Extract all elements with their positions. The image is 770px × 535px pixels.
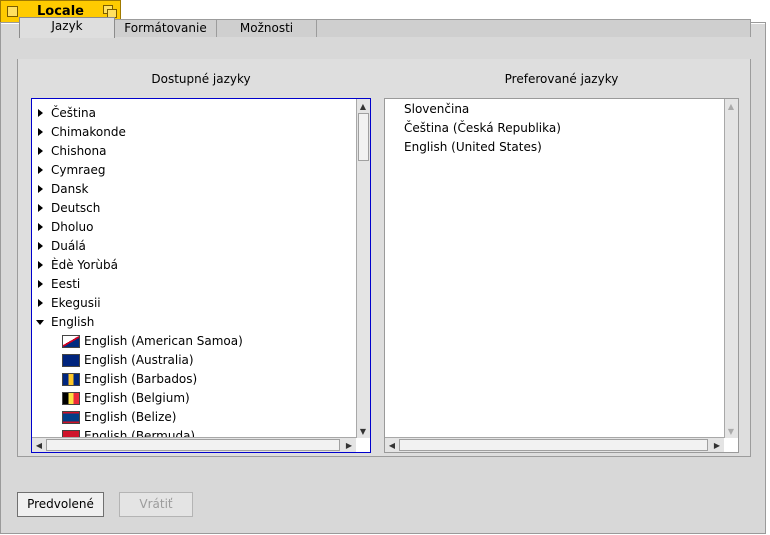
language-label: English <box>51 315 95 329</box>
american-samoa-flag-icon <box>62 335 80 348</box>
scroll-thumb-horizontal[interactable] <box>399 439 708 451</box>
language-label: English (Belgium) <box>84 391 190 405</box>
preferred-language-item[interactable]: Čeština (Česká Republika) <box>404 119 561 138</box>
scroll-right-icon[interactable]: ▶ <box>343 439 355 451</box>
scroll-up-icon[interactable]: ▲ <box>725 100 737 112</box>
language-label: Deutsch <box>51 201 101 215</box>
collapsed-arrow-icon[interactable] <box>38 204 43 212</box>
language-label: Dholuo <box>51 220 94 234</box>
language-label: English (Barbados) <box>84 372 198 386</box>
language-label: Chishona <box>51 144 107 158</box>
collapsed-arrow-icon[interactable] <box>38 242 43 250</box>
tab-formatting[interactable]: Formátovanie <box>114 19 217 37</box>
scroll-down-icon[interactable]: ▼ <box>725 425 737 437</box>
preferred-language-item[interactable]: English (United States) <box>404 138 542 157</box>
belize-flag-icon <box>62 411 80 424</box>
tab-options[interactable]: Možnosti <box>216 19 317 37</box>
language-label: English (Australia) <box>84 353 194 367</box>
collapsed-arrow-icon[interactable] <box>38 280 43 288</box>
language-label: Duálá <box>51 239 86 253</box>
scroll-thumb-horizontal[interactable] <box>46 439 340 451</box>
collapsed-arrow-icon[interactable] <box>38 185 43 193</box>
horizontal-scrollbar[interactable]: ◀ ▶ <box>385 437 724 452</box>
collapsed-arrow-icon[interactable] <box>38 128 43 136</box>
scroll-right-icon[interactable]: ▶ <box>711 439 723 451</box>
preferred-languages-heading: Preferované jazyky <box>504 72 619 86</box>
available-languages-list[interactable]: Čeština Chimakonde Chishona Cymraeg Dansk Deu… <box>31 98 371 453</box>
language-label: Čeština <box>51 106 97 120</box>
language-label: Èdè Yorùbá <box>51 258 118 272</box>
close-icon[interactable] <box>7 6 18 17</box>
tab-bar-filler <box>316 19 751 37</box>
collapsed-arrow-icon[interactable] <box>38 223 43 231</box>
preferred-language-item[interactable]: Slovenčina <box>404 100 469 119</box>
collapsed-arrow-icon[interactable] <box>38 147 43 155</box>
scroll-left-icon[interactable]: ◀ <box>33 439 45 451</box>
available-languages-heading: Dostupné jazyky <box>151 72 251 86</box>
vertical-scrollbar[interactable]: ▲ ▼ <box>356 99 370 438</box>
language-label: Dansk <box>51 182 89 196</box>
language-label: English (American Samoa) <box>84 334 243 348</box>
collapsed-arrow-icon[interactable] <box>38 261 43 269</box>
scroll-up-icon[interactable]: ▲ <box>357 100 369 112</box>
revert-button[interactable]: Vrátiť <box>119 492 193 517</box>
language-label: English (Belize) <box>84 410 177 424</box>
vertical-scrollbar[interactable]: ▲ ▼ <box>724 99 738 438</box>
collapsed-arrow-icon[interactable] <box>38 109 43 117</box>
collapsed-arrow-icon[interactable] <box>38 299 43 307</box>
defaults-button[interactable]: Predvolené <box>17 492 104 517</box>
language-label: Cymraeg <box>51 163 106 177</box>
collapsed-arrow-icon[interactable] <box>38 166 43 174</box>
belgium-flag-icon <box>62 392 80 405</box>
scroll-down-icon[interactable]: ▼ <box>357 425 369 437</box>
preferred-languages-list[interactable]: Slovenčina Čeština (Česká Republika) Engli… <box>384 98 739 453</box>
barbados-flag-icon <box>62 373 80 386</box>
scroll-thumb[interactable] <box>358 113 369 161</box>
tab-language[interactable]: Jazyk <box>19 17 115 38</box>
scroll-left-icon[interactable]: ◀ <box>386 439 398 451</box>
language-label: Ekegusii <box>51 296 101 310</box>
australia-flag-icon <box>62 354 80 367</box>
expanded-arrow-icon[interactable] <box>36 320 44 325</box>
language-label: Eesti <box>51 277 81 291</box>
language-label: Chimakonde <box>51 125 126 139</box>
horizontal-scrollbar[interactable]: ◀ ▶ <box>32 437 356 452</box>
